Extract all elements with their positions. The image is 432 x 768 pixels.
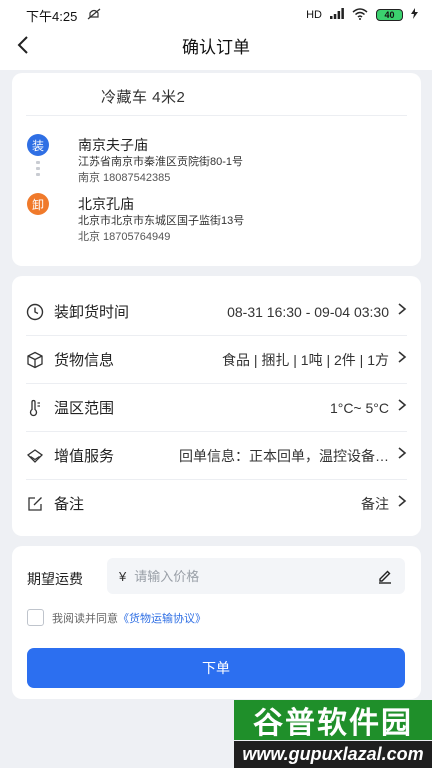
charging-icon bbox=[411, 8, 418, 22]
row-label: 增值服务 bbox=[54, 448, 115, 465]
row-goods-info[interactable]: 货物信息 食品 | 捆扎 | 1吨 | 2件 | 1方 bbox=[12, 336, 421, 383]
currency-symbol: ¥ bbox=[119, 568, 127, 584]
unload-contact: 北京 18705764949 bbox=[78, 231, 171, 243]
wifi-icon bbox=[352, 7, 368, 23]
unload-badge: 卸 bbox=[27, 193, 49, 215]
chevron-right-icon bbox=[397, 350, 407, 369]
row-value: 食品 | 捆扎 | 1吨 | 2件 | 1方 bbox=[221, 351, 389, 368]
vehicle-type: 冷藏车 4米2 bbox=[101, 89, 186, 106]
watermark-url: www.gupuxlazal.com bbox=[234, 741, 432, 768]
row-temperature-range[interactable]: 温区范围 1°C~ 5°C bbox=[12, 384, 421, 431]
row-label: 装卸货时间 bbox=[54, 304, 130, 321]
diamond-icon bbox=[26, 447, 44, 465]
row-label: 温区范围 bbox=[54, 400, 115, 417]
agreement-text: 我阅读并同意 bbox=[52, 612, 118, 625]
watermark-logo: 谷普软件园 www.gupuxlazal.com bbox=[234, 700, 432, 768]
load-location-name: 南京夫子庙 bbox=[78, 137, 148, 153]
load-badge: 装 bbox=[27, 134, 49, 156]
unload-location-name: 北京孔庙 bbox=[78, 196, 134, 212]
chevron-right-icon bbox=[397, 398, 407, 417]
place-order-button[interactable]: 下单 bbox=[27, 648, 405, 688]
signal-icon bbox=[330, 8, 344, 22]
status-bar: 下午4:25 HD 40 bbox=[0, 0, 432, 30]
note-edit-icon bbox=[26, 495, 44, 513]
watermark-title: 谷普软件园 bbox=[234, 700, 432, 740]
load-contact: 南京 18087542385 bbox=[78, 172, 171, 184]
chevron-right-icon bbox=[397, 446, 407, 465]
thermometer-icon bbox=[26, 399, 44, 417]
row-label: 货物信息 bbox=[54, 352, 115, 369]
row-value: 08-31 16:30 - 09-04 03:30 bbox=[227, 303, 389, 320]
expected-fee-label: 期望运费 bbox=[27, 571, 83, 587]
row-loading-time[interactable]: 装卸货时间 08-31 16:30 - 09-04 03:30 bbox=[12, 288, 421, 335]
route-connector bbox=[36, 161, 40, 183]
back-arrow-icon[interactable] bbox=[14, 34, 34, 56]
row-value: 1°C~ 5°C bbox=[329, 399, 389, 416]
battery-indicator: 40 bbox=[376, 9, 403, 21]
payment-card: 期望运费 ¥ 我阅读并同意 《货物运输协议》 下单 bbox=[12, 546, 421, 699]
row-value: 备注 bbox=[361, 495, 389, 512]
agreement-checkbox[interactable] bbox=[27, 609, 44, 626]
agreement-link[interactable]: 《货物运输协议》 bbox=[118, 610, 206, 626]
chevron-right-icon bbox=[397, 302, 407, 321]
row-value: 回单信息：正本回单，温控设备… bbox=[179, 447, 389, 464]
mute-icon bbox=[87, 8, 101, 23]
agreement-row: 我阅读并同意 《货物运输协议》 bbox=[27, 609, 206, 626]
price-input[interactable] bbox=[134, 568, 355, 584]
box-icon bbox=[26, 351, 44, 369]
clock-icon bbox=[26, 303, 44, 321]
pen-icon[interactable] bbox=[377, 568, 393, 584]
unload-address: 北京市北京市东城区国子监街13号 bbox=[78, 215, 245, 227]
status-time: 下午4:25 bbox=[26, 8, 78, 24]
price-input-box: ¥ bbox=[107, 558, 405, 594]
order-details-card: 装卸货时间 08-31 16:30 - 09-04 03:30 货物信息 食品 … bbox=[12, 276, 421, 536]
row-label: 备注 bbox=[54, 496, 85, 513]
network-label: HD bbox=[306, 9, 322, 21]
route-card: 冷藏车 4米2 装 南京夫子庙 江苏省南京市秦淮区贡院街80-1号 南京 180… bbox=[12, 73, 421, 266]
nav-bar: 确认订单 bbox=[0, 30, 432, 60]
row-value-added-services[interactable]: 增值服务 回单信息：正本回单，温控设备… bbox=[12, 432, 421, 479]
divider bbox=[26, 115, 407, 116]
page-title: 确认订单 bbox=[182, 37, 250, 57]
row-remarks[interactable]: 备注 备注 bbox=[12, 480, 421, 527]
status-right: HD 40 bbox=[306, 7, 418, 23]
chevron-right-icon bbox=[397, 494, 407, 513]
load-address: 江苏省南京市秦淮区贡院街80-1号 bbox=[78, 156, 244, 168]
header-spacer bbox=[0, 60, 432, 70]
